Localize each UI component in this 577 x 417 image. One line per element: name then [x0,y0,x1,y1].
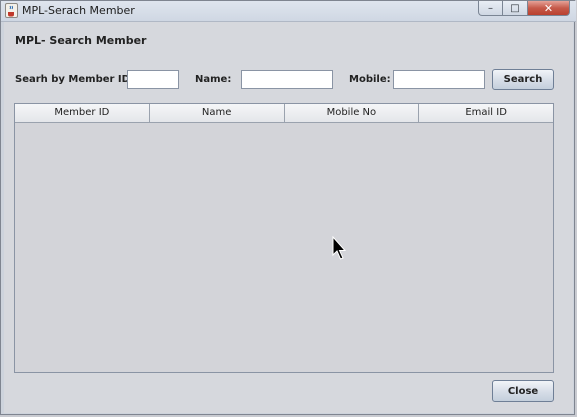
app-window: MPL-Serach Member – □ ✕ MPL- Search Memb… [0,0,576,415]
name-label: Name: [195,74,232,85]
column-header-member-id[interactable]: Member ID [15,104,150,122]
maximize-button[interactable]: □ [503,1,528,16]
window-title: MPL-Serach Member [22,4,135,17]
search-button[interactable]: Search [492,69,554,90]
column-header-email-id[interactable]: Email ID [419,104,553,122]
title-bar[interactable]: MPL-Serach Member – □ ✕ [1,1,576,22]
close-window-button[interactable]: ✕ [528,1,570,16]
name-input[interactable] [241,70,333,89]
results-table: Member ID Name Mobile No Email ID [14,103,554,373]
maximize-icon: □ [510,2,520,14]
table-header: Member ID Name Mobile No Email ID [15,104,553,123]
page-title: MPL- Search Member [15,34,147,47]
mouse-pointer-icon [332,236,347,260]
table-body[interactable] [15,123,553,372]
window-controls: – □ ✕ [478,1,570,17]
close-button[interactable]: Close [492,380,554,402]
column-header-name[interactable]: Name [150,104,285,122]
member-id-label: Searh by Member ID: [15,74,134,85]
minimize-button[interactable]: – [478,1,503,16]
mobile-input[interactable] [393,70,485,89]
search-panel: MPL- Search Member Searh by Member ID: N… [4,22,573,413]
minimize-icon: – [488,2,493,14]
java-coffee-cup-icon [5,3,18,18]
member-id-input[interactable] [127,70,179,89]
close-icon: ✕ [543,1,554,15]
column-header-mobile-no[interactable]: Mobile No [285,104,420,122]
mobile-label: Mobile: [349,74,391,85]
